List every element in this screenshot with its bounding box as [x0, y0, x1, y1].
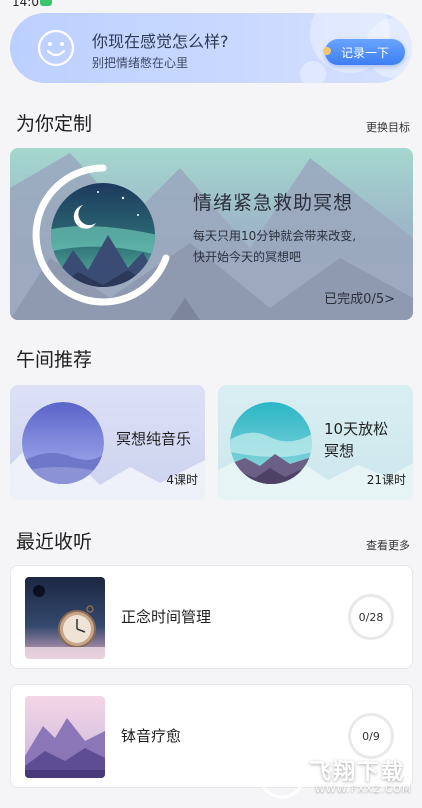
decor-bubble [300, 61, 326, 83]
status-time: 14:0 [12, 0, 39, 9]
section-title-recent: 最近收听 [16, 531, 93, 553]
watermark-text: 飞翔下载 [309, 760, 406, 785]
mood-title: 你现在感觉怎么样? [92, 32, 229, 51]
section-title-noon: 午间推荐 [16, 349, 93, 371]
recommend-name-line: 冥想 [324, 442, 355, 460]
recommend-name: 10天放松 冥想 [324, 418, 388, 462]
section-title-custom: 为你定制 [16, 113, 93, 135]
progress-ring: 0/28 [348, 594, 394, 640]
feature-desc-line: 快开始今天的冥想吧 [193, 250, 302, 264]
decor-dot [323, 47, 331, 55]
meditation-ring-art [32, 164, 170, 306]
record-mood-label: 记录一下 [340, 45, 389, 60]
notification-icon [40, 0, 52, 6]
clock-thumbnail [25, 577, 105, 659]
watermark-logo-icon [258, 751, 306, 799]
change-goal-link[interactable]: 更换目标 [366, 119, 410, 135]
mood-banner[interactable]: 你现在感觉怎么样? 别把情绪憋在心里 记录一下 [10, 13, 412, 83]
feature-title: 情绪紧急救助冥想 [193, 192, 354, 214]
featured-meditation-card[interactable]: 情绪紧急救助冥想 每天只用10分钟就会带来改变, 快开始今天的冥想吧 已完成0/… [10, 148, 413, 320]
recent-item-name: 钵音疗愈 [121, 727, 182, 745]
music-art [22, 402, 104, 484]
mood-subtitle: 别把情绪憋在心里 [92, 56, 189, 70]
site-watermark: 飞翔下载 WWW.FXXZ.COM [255, 748, 420, 804]
recommend-name-line: 10天放松 [324, 420, 389, 438]
watermark-url: WWW.FXXZ.COM [315, 784, 412, 795]
feature-desc-line: 每天只用10分钟就会带来改变, [193, 229, 357, 243]
feature-progress[interactable]: 已完成0/5> [324, 288, 395, 307]
recommend-count: 4课时 [166, 473, 198, 487]
view-more-link[interactable]: 查看更多 [366, 537, 410, 553]
recent-item-name: 正念时间管理 [121, 608, 212, 626]
recommend-count: 21课时 [366, 473, 406, 487]
recommend-card-relax[interactable]: 10天放松 冥想 21课时 [218, 385, 413, 500]
smile-icon [37, 29, 75, 67]
record-mood-button[interactable]: 记录一下 [323, 39, 405, 65]
recommend-card-music[interactable]: 冥想纯音乐 4课时 [10, 385, 205, 500]
feature-description: 每天只用10分钟就会带来改变, 快开始今天的冥想吧 [193, 226, 403, 268]
status-bar: 14:0 [0, 0, 422, 10]
relax-art [230, 402, 312, 484]
recent-item[interactable]: 正念时间管理 0/28 [10, 565, 413, 669]
recommend-name: 冥想纯音乐 [116, 430, 192, 448]
mountain-thumbnail [25, 696, 105, 778]
